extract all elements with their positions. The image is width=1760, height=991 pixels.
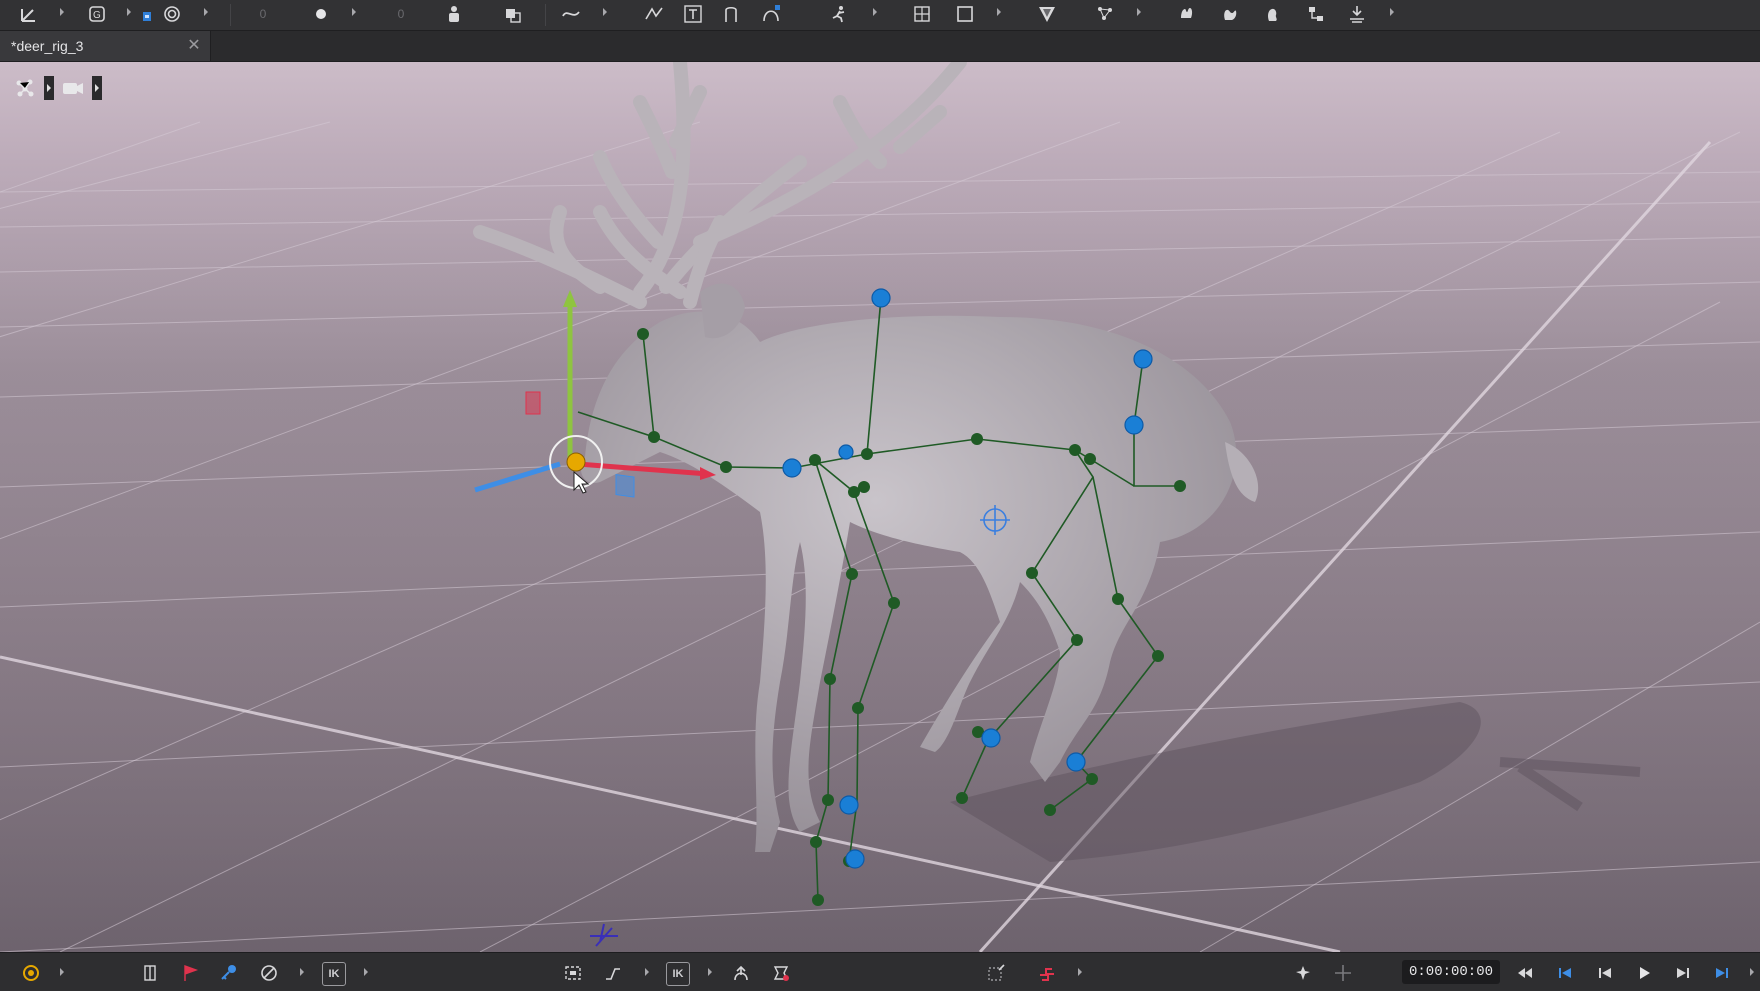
scatter-dropdown[interactable] [1137,8,1141,16]
go-to-start-icon[interactable] [1554,962,1576,984]
go-to-end-icon[interactable] [1711,962,1733,984]
main-toolbar: G 0 0 [0,0,1760,31]
3d-viewport[interactable] [0,62,1760,952]
counter-a: 0 [259,7,267,21]
link-dropdown[interactable] [1078,968,1082,976]
snap-icon[interactable] [136,3,158,25]
tab-deer-rig[interactable]: *deer_rig_3 ✕ [0,31,211,61]
keyframe-dot-icon[interactable] [310,3,332,25]
tab-label: *deer_rig_3 [11,38,84,54]
keyframe-dropdown[interactable] [352,8,356,16]
pose-icon[interactable] [828,3,850,25]
axis-tool-icon[interactable] [18,3,40,25]
hand-left-icon[interactable] [1176,3,1198,25]
grid-icon[interactable] [911,3,933,25]
mask-icon[interactable] [1036,3,1058,25]
floor-icon[interactable] [1346,3,1368,25]
axis-tool-dropdown[interactable] [60,8,64,16]
pose-dropdown[interactable] [873,8,877,16]
timeline-bar: IK IK 0:00:00:00 [0,952,1760,991]
text-icon[interactable] [682,3,704,25]
ik-dropdown-b[interactable] [708,968,712,976]
group-dropdown[interactable] [127,8,131,16]
hierarchy-icon[interactable] [1305,3,1327,25]
floor-plane [0,122,1760,952]
camera-dropdown[interactable] [92,76,102,100]
disable-dropdown[interactable] [300,968,304,976]
ik-dropdown-a[interactable] [364,968,368,976]
scatter-icon[interactable] [1094,3,1116,25]
toolbar-divider [230,4,231,26]
zoom-fit-icon[interactable] [985,962,1007,984]
settings-icon[interactable] [20,962,42,984]
camera-icon[interactable] [60,75,86,101]
disable-icon[interactable] [258,962,280,984]
settings-dropdown[interactable] [60,968,64,976]
viewport-tools [12,74,102,102]
pin-icon[interactable] [770,962,792,984]
path-icon[interactable] [760,3,782,25]
frame-dropdown[interactable] [997,8,1001,16]
curve-dropdown[interactable] [603,8,607,16]
hand-right-icon[interactable] [1219,3,1241,25]
rotate-dropdown[interactable] [204,8,208,16]
path-tool-icon[interactable] [602,962,624,984]
scene-canvas[interactable] [0,62,1760,952]
curve-icon[interactable] [560,3,582,25]
playback-dropdown[interactable] [1750,968,1754,976]
timecode-display[interactable]: 0:00:00:00 [1402,960,1500,984]
play-icon[interactable] [1633,962,1655,984]
svg-text:G: G [93,10,101,21]
reach-icon[interactable] [730,962,752,984]
path-tool-dropdown[interactable] [645,968,649,976]
document-tabs: *deer_rig_3 ✕ [0,31,1760,62]
blend-icon[interactable] [502,3,524,25]
frame-icon[interactable] [954,3,976,25]
link-icon[interactable] [1036,962,1058,984]
move-icon[interactable] [1332,962,1354,984]
foot-icon[interactable] [1262,3,1284,25]
group-icon[interactable]: G [86,3,108,25]
skeleton-dropdown[interactable] [44,76,54,100]
flag-icon[interactable] [179,962,201,984]
ik-toggle-b[interactable]: IK [666,962,690,986]
pose-select-icon[interactable] [1292,962,1314,984]
rewind-icon[interactable] [1514,962,1536,984]
character-icon[interactable] [443,3,465,25]
close-icon[interactable]: ✕ [186,38,202,54]
next-key-icon[interactable] [1672,962,1694,984]
ik-toggle-a[interactable]: IK [322,962,346,986]
toolbar-divider [545,4,546,26]
key-icon[interactable] [218,962,240,984]
previous-key-icon[interactable] [1594,962,1616,984]
bone-icon[interactable] [139,962,161,984]
floor-dropdown[interactable] [1390,8,1394,16]
counter-b: 0 [397,7,405,21]
frame-select-icon[interactable] [562,962,584,984]
smooth-curve-icon[interactable] [643,3,665,25]
bracket-icon[interactable] [720,3,742,25]
rotate-target-icon[interactable] [161,3,183,25]
skeleton-icon[interactable] [12,75,38,101]
